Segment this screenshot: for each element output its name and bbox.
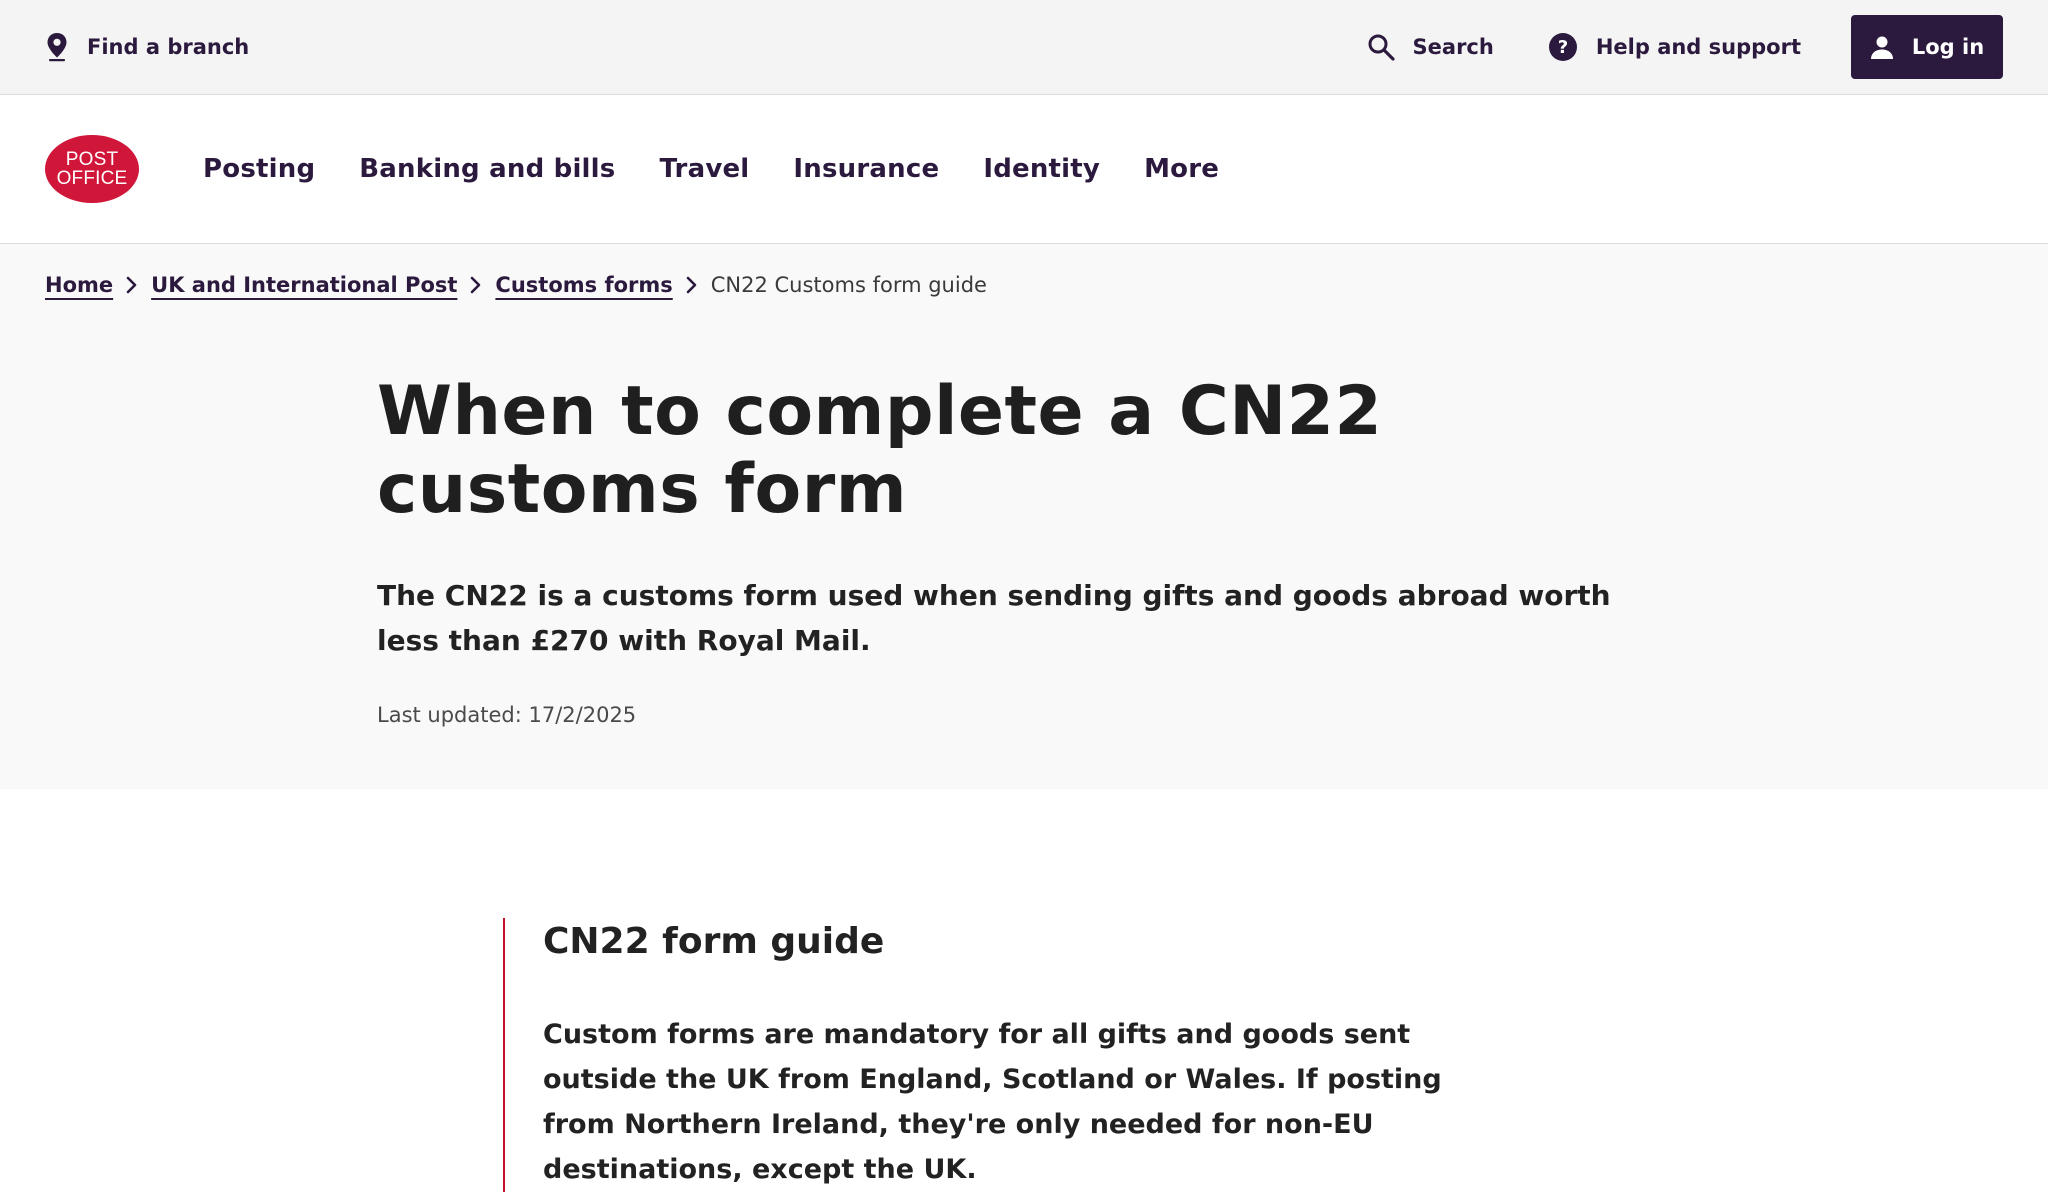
breadcrumb-home[interactable]: Home — [45, 273, 113, 297]
chevron-right-icon — [685, 275, 699, 295]
help-support-label: Help and support — [1595, 35, 1801, 59]
login-label: Log in — [1911, 35, 1985, 59]
login-button[interactable]: Log in — [1851, 15, 2003, 79]
guide-section: CN22 form guide Custom forms are mandato… — [503, 918, 1503, 1192]
nav-item-more[interactable]: More — [1144, 154, 1219, 184]
help-icon: ? — [1548, 32, 1578, 62]
nav-item-insurance[interactable]: Insurance — [793, 154, 939, 184]
search-label: Search — [1412, 35, 1494, 59]
user-icon — [1870, 35, 1894, 59]
nav-item-posting[interactable]: Posting — [203, 154, 315, 184]
main-nav: POST OFFICE Posting Banking and bills Tr… — [0, 95, 2048, 244]
nav-item-banking-and-bills[interactable]: Banking and bills — [359, 154, 615, 184]
guide-heading: CN22 form guide — [543, 921, 885, 962]
page-title: When to complete a CN22 customs form — [377, 372, 1383, 529]
search-icon — [1367, 33, 1395, 61]
utility-right: Search ? Help and support Log in — [1313, 15, 2003, 79]
post-office-logo[interactable]: POST OFFICE — [45, 135, 139, 203]
location-pin-icon — [45, 32, 69, 62]
nav-item-travel[interactable]: Travel — [659, 154, 749, 184]
search-link[interactable]: Search — [1367, 33, 1494, 61]
guide-text: Custom forms are mandatory for all gifts… — [543, 1019, 1442, 1185]
utility-left: Find a branch — [45, 32, 249, 62]
nav-items: Posting Banking and bills Travel Insuran… — [159, 154, 1219, 184]
svg-text:?: ? — [1558, 37, 1568, 58]
breadcrumb-current: CN22 Customs form guide — [710, 273, 987, 297]
chevron-right-icon — [125, 275, 139, 295]
breadcrumb-uk-international-post[interactable]: UK and International Post — [151, 273, 457, 297]
breadcrumb: Home UK and International Post Customs f… — [45, 273, 987, 297]
last-updated: Last updated: 17/2/2025 — [377, 703, 637, 727]
logo-line-1: POST — [65, 149, 119, 170]
page-intro: The CN22 is a customs form used when sen… — [377, 579, 1611, 657]
logo-line-2: OFFICE — [56, 168, 128, 189]
nav-item-identity[interactable]: Identity — [983, 154, 1100, 184]
utility-bar: Find a branch Search ? Help and support — [0, 0, 2048, 95]
hero-content: When to complete a CN22 customs form The… — [377, 372, 1677, 728]
chevron-right-icon — [469, 275, 483, 295]
breadcrumb-customs-forms[interactable]: Customs forms — [495, 273, 672, 297]
help-support-link[interactable]: ? Help and support — [1548, 32, 1801, 62]
find-branch-link[interactable]: Find a branch — [45, 32, 249, 62]
find-branch-label: Find a branch — [87, 35, 250, 59]
